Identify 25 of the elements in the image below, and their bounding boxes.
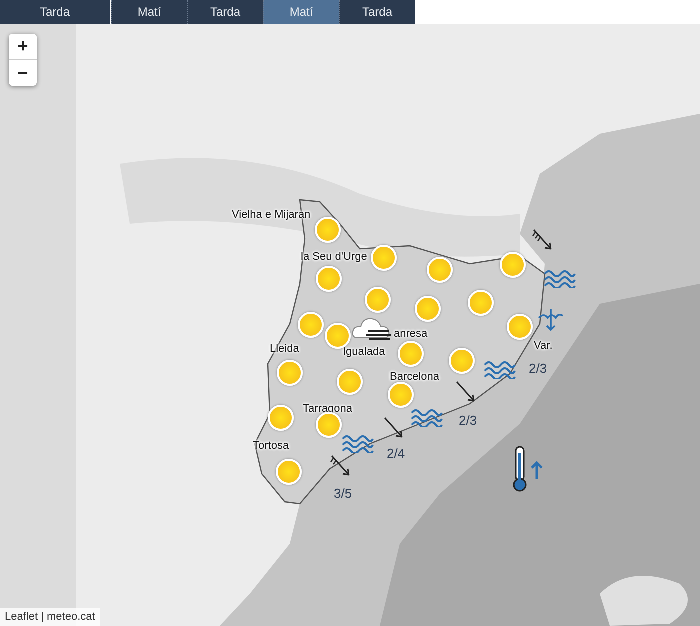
waves-icon [342,433,374,453]
attribution-link[interactable]: Leaflet [5,611,38,623]
town-label: Tarragona [303,403,353,416]
wind-arrow-icon [330,454,352,478]
town-label: anresa [394,328,428,341]
attribution: Leaflet | meteo.cat [0,608,100,626]
day-tab[interactable]: Tarda [339,0,415,24]
sea-state-label: 2/4 [387,446,406,461]
attribution-link[interactable]: meteo.cat [47,611,96,623]
zoom-in-button[interactable]: + [9,34,37,60]
waves-icon [544,268,576,288]
wind-arrow-icon [383,416,405,440]
waves-icon [411,407,443,427]
day-tab[interactable]: Matí [263,0,339,24]
waves-icon [484,359,516,379]
town-label: Igualada [343,346,386,359]
wind-arrow-icon [455,380,477,404]
wind-arrow-icon [532,228,554,252]
town-label: Var. [534,340,553,353]
sea-state-label: 2/3 [459,413,478,428]
town-label: Barcelona [390,371,440,384]
sea-state-label: 2/3 [529,361,548,376]
zoom-out-button[interactable]: − [9,60,37,86]
sea-state-label: 3/5 [334,486,352,501]
current-arrow-icon [538,308,564,332]
